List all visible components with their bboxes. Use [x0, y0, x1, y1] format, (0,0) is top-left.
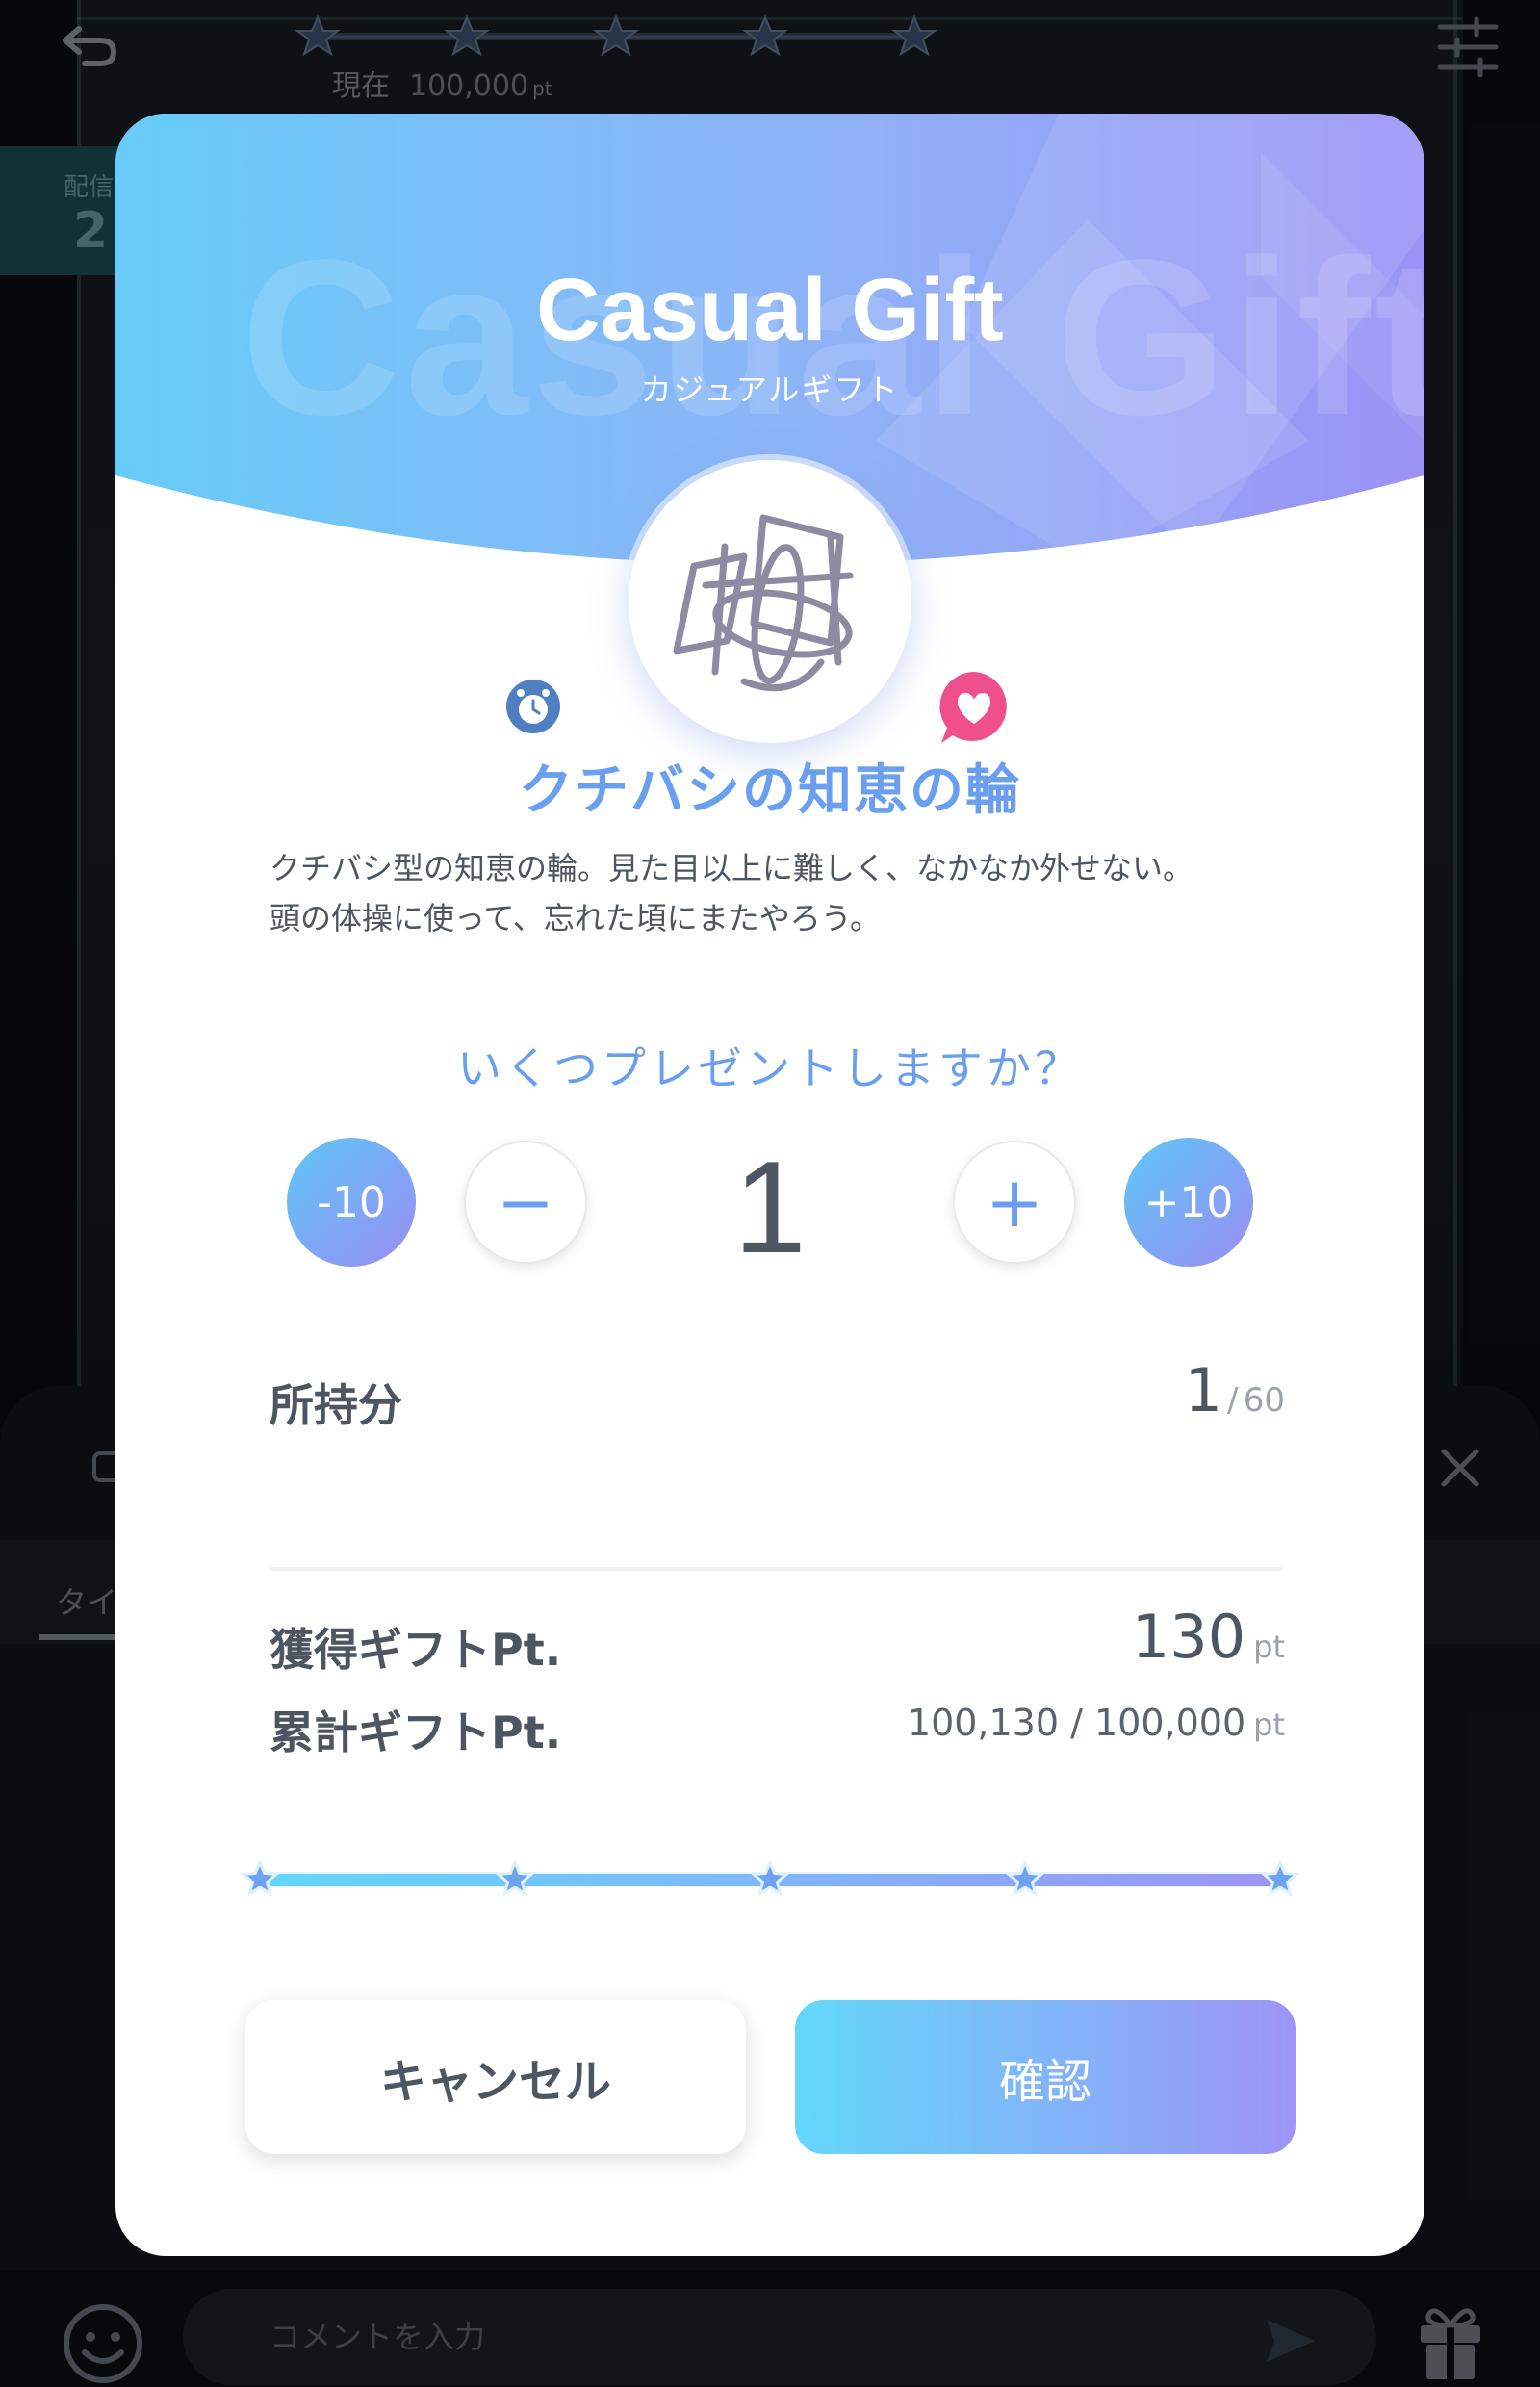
gift-progress-bar	[241, 1859, 1299, 1897]
dialog-title: Casual Gift	[536, 261, 1004, 359]
confirm-button[interactable]: 確認	[795, 2000, 1296, 2154]
puzzle-ring-image	[673, 514, 854, 692]
gift-name: クチバシの知恵の輪	[519, 759, 1021, 822]
dialog-subtitle: カジュアルギフト	[640, 372, 900, 408]
plus-button[interactable]: +	[953, 1141, 1076, 1264]
gift-dialog: Casual Gift Casual Gift カジュアルギフト クチバシの知恵…	[116, 114, 1424, 2256]
star-icon	[1260, 1859, 1299, 1897]
gift-description: クチバシ型の知恵の輪。見た目以上に難しく、なかなか外せない。 頭の体操に使って、…	[270, 850, 1194, 937]
star-icon	[241, 1859, 280, 1897]
gift-thumbnail	[629, 460, 911, 743]
star-icon	[1005, 1859, 1045, 1897]
minus-10-button[interactable]: -10	[287, 1138, 416, 1267]
total-points-label: 累計ギフトPt.	[270, 1707, 562, 1758]
owned-label: 所持分	[270, 1379, 402, 1431]
quantity-stepper: -10 − 1 + +10	[116, 1134, 1424, 1280]
minus-button[interactable]: −	[464, 1141, 587, 1264]
cancel-button[interactable]: キャンセル	[245, 2000, 746, 2154]
total-points-value: 100,130 / 100,000 pt	[907, 1702, 1285, 1744]
earned-points-value: 130 pt	[1131, 1602, 1285, 1672]
plus-10-button[interactable]: +10	[1124, 1138, 1253, 1267]
divider	[270, 1567, 1282, 1571]
owned-count: 1 / 60	[1184, 1355, 1285, 1425]
heart-badge-icon	[939, 672, 1007, 743]
timer-icon	[506, 680, 560, 733]
earned-points-label: 獲得ギフトPt.	[270, 1624, 562, 1676]
star-icon	[750, 1859, 790, 1897]
quantity-value: 1	[733, 1134, 807, 1280]
quantity-question: いくつプレゼントしますか？	[457, 1042, 1083, 1094]
star-icon	[495, 1859, 535, 1897]
